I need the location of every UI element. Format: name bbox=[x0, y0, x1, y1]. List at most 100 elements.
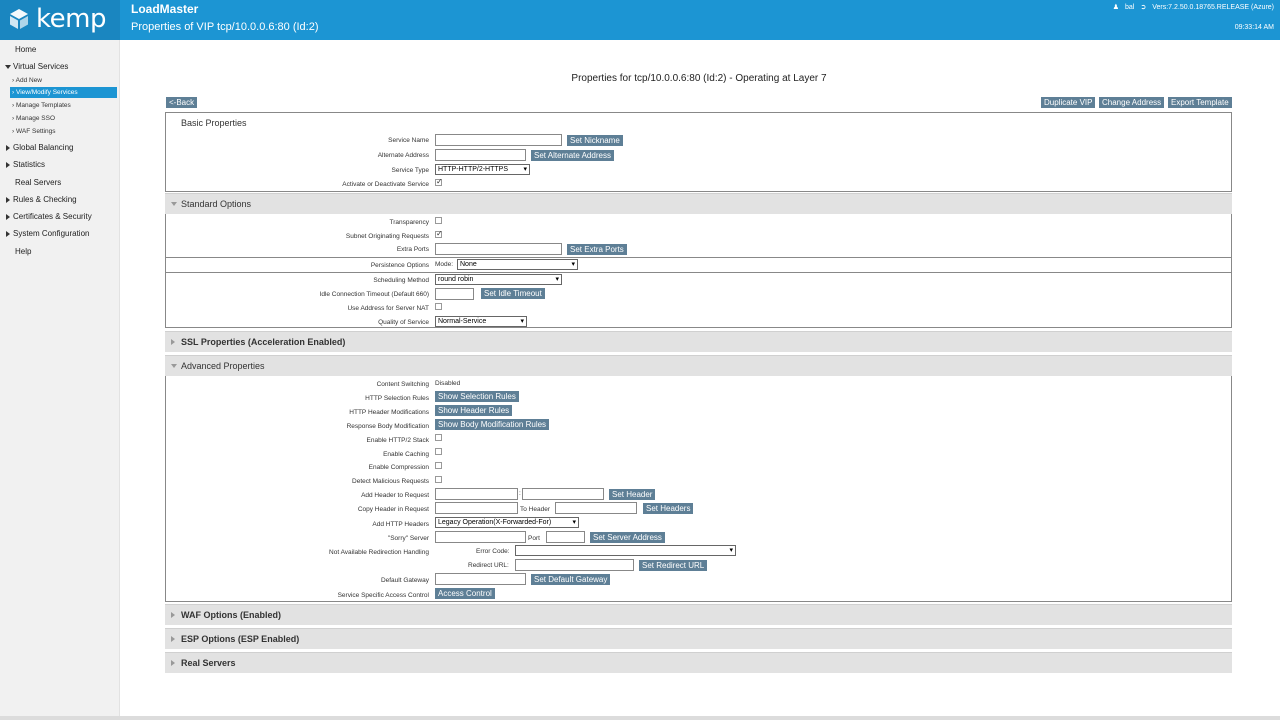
use-address-nat-label: Use Address for Server NAT bbox=[347, 305, 429, 312]
sidebar-subitem-waf-settings[interactable]: › WAF Settings bbox=[10, 126, 117, 137]
default-gateway-label: Default Gateway bbox=[380, 577, 429, 584]
sidebar-item-statistics[interactable]: Statistics bbox=[0, 160, 120, 169]
sidebar-item-global-balancing[interactable]: Global Balancing bbox=[0, 143, 120, 152]
advanced-properties-header[interactable]: Advanced Properties bbox=[165, 355, 1232, 376]
copy-header-to-input[interactable] bbox=[555, 502, 637, 514]
service-type-select[interactable]: HTTP-HTTP/2-HTTPS bbox=[435, 164, 530, 175]
page-heading: Properties of VIP tcp/10.0.0.6:80 (Id:2) bbox=[131, 21, 319, 33]
error-code-select[interactable] bbox=[515, 545, 736, 556]
set-idle-timeout-button[interactable]: Set Idle Timeout bbox=[481, 288, 545, 299]
alternate-address-input[interactable] bbox=[435, 149, 526, 161]
sidebar-item-help[interactable]: Help bbox=[0, 247, 120, 256]
clock: 09:33:14 AM bbox=[1234, 24, 1274, 31]
body-modification-label: Response Body Modification bbox=[346, 423, 429, 430]
show-selection-rules-button[interactable]: Show Selection Rules bbox=[435, 391, 519, 402]
kemp-logo[interactable]: kemp bbox=[0, 0, 120, 40]
standard-options-header[interactable]: Standard Options bbox=[165, 193, 1232, 214]
sidebar-item-certificates-security[interactable]: Certificates & Security bbox=[0, 212, 120, 221]
expand-arrow-icon bbox=[171, 612, 175, 618]
ssl-properties-header[interactable]: SSL Properties (Acceleration Enabled) bbox=[165, 331, 1232, 352]
app-title: LoadMaster bbox=[131, 2, 199, 16]
duplicate-vip-button[interactable]: Duplicate VIP bbox=[1041, 97, 1096, 108]
sorry-port-input[interactable] bbox=[546, 531, 585, 543]
back-button[interactable]: <-Back bbox=[166, 97, 198, 108]
extra-ports-input[interactable] bbox=[435, 243, 562, 255]
page-title: Properties for tcp/10.0.0.6:80 (Id:2) - … bbox=[571, 73, 827, 84]
http-selection-rules-label: HTTP Selection Rules bbox=[365, 395, 429, 402]
collapse-arrow-icon bbox=[171, 202, 177, 206]
copy-header-from-input[interactable] bbox=[435, 502, 518, 514]
set-nickname-button[interactable]: Set Nickname bbox=[567, 135, 623, 146]
set-redirect-url-button[interactable]: Set Redirect URL bbox=[639, 560, 708, 571]
use-address-nat-checkbox[interactable] bbox=[435, 303, 442, 310]
set-server-address-button[interactable]: Set Server Address bbox=[590, 532, 665, 543]
colon-separator: : bbox=[519, 490, 521, 497]
header-user-area: ♟ bal ➲ Vers:7.2.50.0.18765.RELEASE (Azu… bbox=[1112, 3, 1274, 12]
logout-icon[interactable]: ➲ bbox=[1140, 3, 1146, 11]
quality-of-service-label: Quality of Service bbox=[378, 319, 429, 326]
port-label: Port bbox=[528, 535, 540, 542]
sidebar-item-system-configuration[interactable]: System Configuration bbox=[0, 229, 120, 238]
sidebar-subitem-manage-templates[interactable]: › Manage Templates bbox=[10, 100, 117, 111]
set-header-button[interactable]: Set Header bbox=[609, 489, 656, 500]
not-available-redirection-label: Not Available Redirection Handling bbox=[329, 549, 429, 556]
alternate-address-label: Alternate Address bbox=[377, 152, 429, 159]
esp-options-header[interactable]: ESP Options (ESP Enabled) bbox=[165, 628, 1232, 649]
error-code-label: Error Code: bbox=[476, 548, 510, 555]
redirect-url-input[interactable] bbox=[515, 559, 634, 571]
compression-checkbox[interactable] bbox=[435, 462, 442, 469]
bottom-edge bbox=[0, 716, 1280, 720]
set-headers-button[interactable]: Set Headers bbox=[643, 503, 694, 514]
persistence-mode-select[interactable]: None bbox=[457, 259, 578, 270]
sidebar-item-home[interactable]: Home bbox=[0, 45, 120, 54]
idle-timeout-input[interactable] bbox=[435, 288, 474, 300]
add-http-headers-select[interactable]: Legacy Operation(X-Forwarded-For) bbox=[435, 517, 579, 528]
sidebar-subitem-view-modify-services[interactable]: › View/Modify Services bbox=[10, 87, 117, 98]
show-body-modification-rules-button[interactable]: Show Body Modification Rules bbox=[435, 419, 550, 430]
to-header-label: To Header bbox=[520, 506, 550, 513]
transparency-checkbox[interactable] bbox=[435, 217, 442, 224]
sorry-server-input[interactable] bbox=[435, 531, 526, 543]
sorry-server-label: "Sorry" Server bbox=[387, 535, 429, 542]
sidebar-subitem-manage-sso[interactable]: › Manage SSO bbox=[10, 113, 117, 124]
add-header-name-input[interactable] bbox=[435, 488, 518, 500]
access-control-button[interactable]: Access Control bbox=[435, 588, 495, 599]
sidebar-item-rules-checking[interactable]: Rules & Checking bbox=[0, 195, 120, 204]
real-servers-header[interactable]: Real Servers bbox=[165, 652, 1232, 673]
activate-service-checkbox[interactable] bbox=[435, 177, 443, 186]
expand-arrow-icon bbox=[171, 660, 175, 666]
subnet-originating-label: Subnet Originating Requests bbox=[345, 233, 429, 240]
version-text: Vers:7.2.50.0.18765.RELEASE (Azure) bbox=[1152, 3, 1274, 11]
service-name-label: Service Name bbox=[388, 137, 429, 144]
set-default-gateway-button[interactable]: Set Default Gateway bbox=[531, 574, 611, 585]
idle-timeout-label: Idle Connection Timeout (Default 660) bbox=[319, 291, 429, 298]
basic-properties-heading: Basic Properties bbox=[181, 118, 247, 128]
set-extra-ports-button[interactable]: Set Extra Ports bbox=[567, 244, 627, 255]
sidebar-item-real-servers[interactable]: Real Servers bbox=[0, 178, 120, 187]
sidebar-item-virtual-services[interactable]: Virtual Services bbox=[0, 62, 120, 71]
http2-stack-label: Enable HTTP/2 Stack bbox=[366, 437, 430, 444]
extra-ports-label: Extra Ports bbox=[396, 246, 429, 253]
activate-service-label: Activate or Deactivate Service bbox=[342, 181, 429, 188]
quality-of-service-select[interactable]: Normal-Service bbox=[435, 316, 527, 327]
expand-arrow-icon bbox=[171, 339, 175, 345]
scheduling-method-select[interactable]: round robin bbox=[435, 274, 562, 285]
change-address-button[interactable]: Change Address bbox=[1099, 97, 1165, 108]
copy-header-label: Copy Header in Request bbox=[357, 506, 429, 513]
export-template-button[interactable]: Export Template bbox=[1168, 97, 1232, 108]
top-bar: kemp LoadMaster Properties of VIP tcp/10… bbox=[0, 0, 1280, 40]
http2-stack-checkbox[interactable] bbox=[435, 434, 442, 441]
add-header-value-input[interactable] bbox=[522, 488, 604, 500]
malicious-requests-label: Detect Malicious Requests bbox=[352, 478, 429, 485]
default-gateway-input[interactable] bbox=[435, 573, 526, 585]
divider bbox=[165, 257, 1232, 258]
user-icon: ♟ bbox=[1112, 4, 1119, 11]
subnet-originating-checkbox[interactable] bbox=[435, 229, 443, 238]
service-name-input[interactable] bbox=[435, 134, 562, 146]
user-name[interactable]: bal bbox=[1125, 4, 1134, 11]
set-alternate-address-button[interactable]: Set Alternate Address bbox=[531, 150, 614, 161]
caching-checkbox[interactable] bbox=[435, 448, 442, 455]
show-header-rules-button[interactable]: Show Header Rules bbox=[435, 405, 513, 416]
malicious-requests-checkbox[interactable] bbox=[435, 476, 442, 483]
waf-options-header[interactable]: WAF Options (Enabled) bbox=[165, 604, 1232, 625]
